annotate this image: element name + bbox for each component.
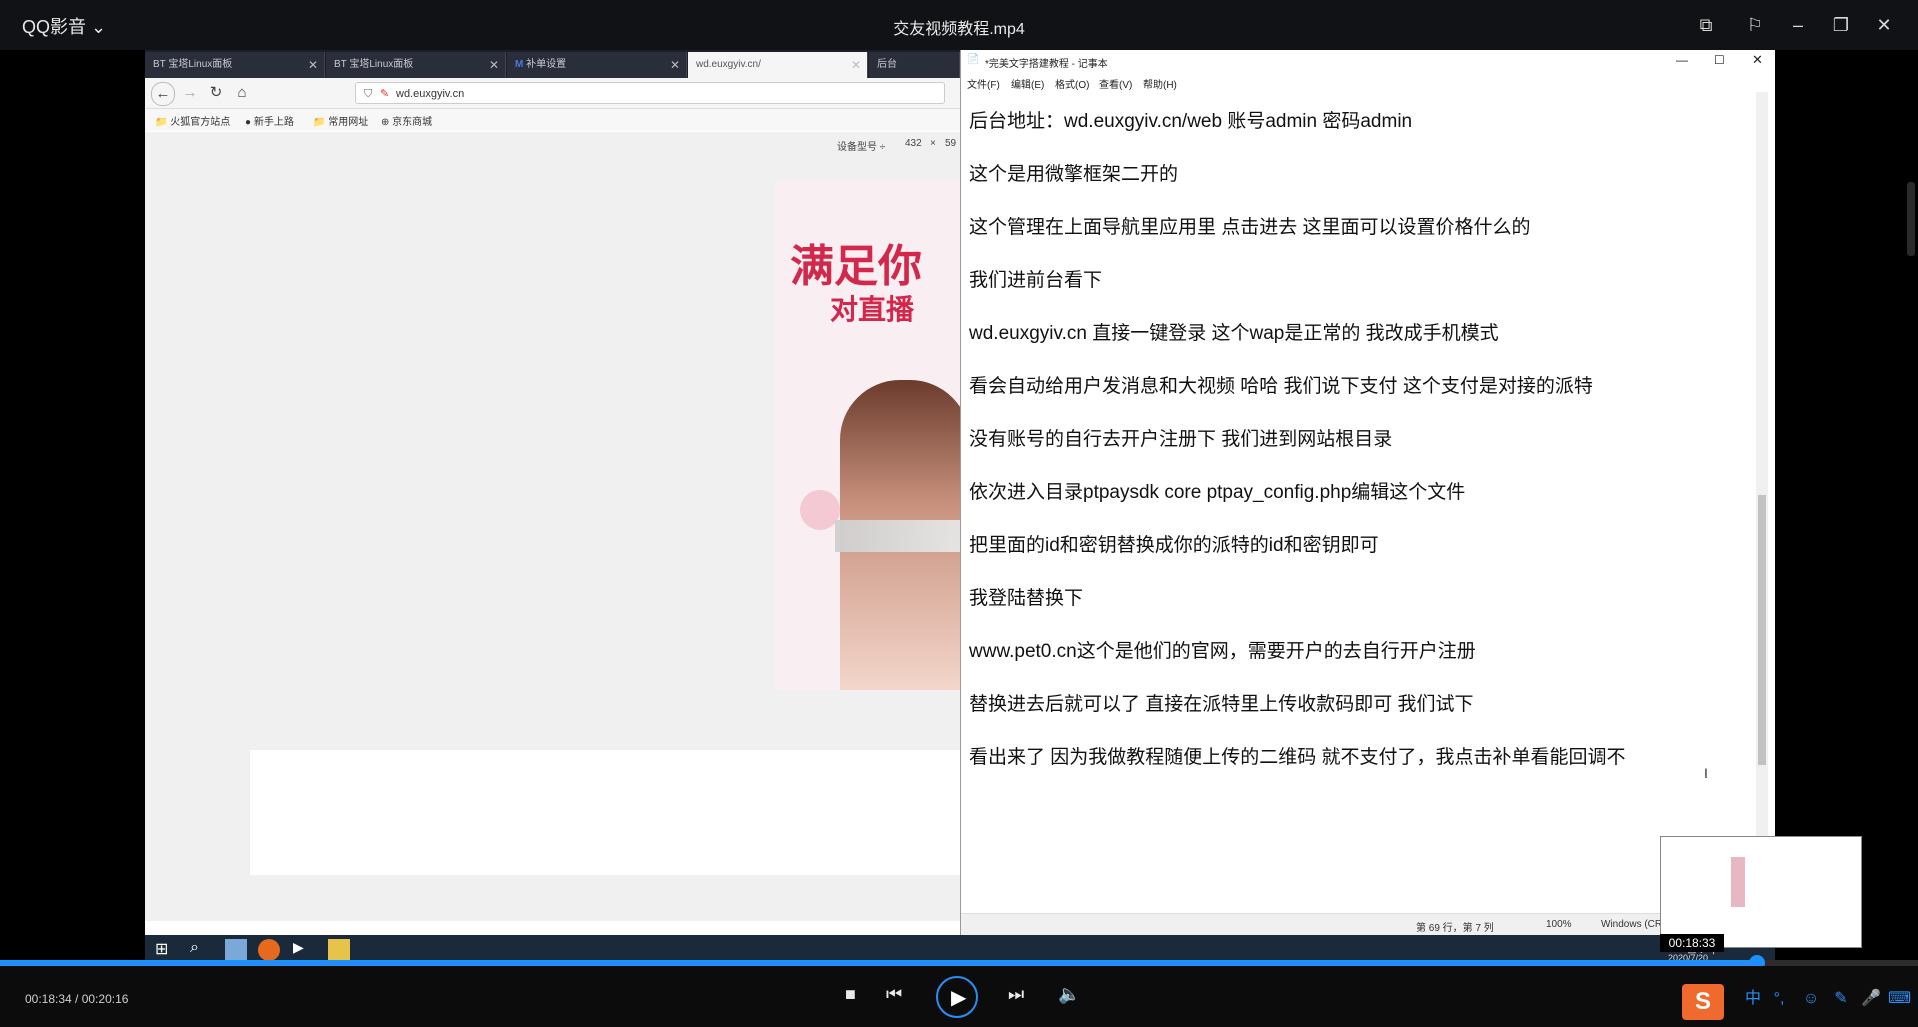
player-title-bar: QQ影音 ⌄ 交友视频教程.mp4 ⧉ ⚐ – ❐ ✕ (0, 0, 1918, 50)
bookmark-item[interactable]: ● 新手上路 (245, 113, 294, 128)
notepad-status-bar: 第 69 行，第 7 列 100% Windows (CRLF) (961, 913, 1771, 936)
device-times: × (930, 138, 936, 149)
bookmark-item[interactable]: 📁 火狐官方站点 (155, 113, 230, 128)
browser-tab[interactable]: BT 宝塔Linux面板 ✕ (145, 52, 325, 78)
phone-headline: 满足你 (790, 242, 922, 291)
microphone-icon[interactable]: 🎤 (1860, 988, 1882, 1010)
bookmark-item[interactable]: ⊕ 京东商城 (381, 113, 432, 128)
text-line: 没有账号的自行去开户注册下 我们进到网站根目录 (969, 429, 1393, 450)
bookmarks-bar: 📁 火狐官方站点 ● 新手上路 📁 常用网址 ⊕ 京东商城 (145, 109, 960, 131)
notepad-title-bar: 📄 *完美文字搭建教程 - 记事本 — ☐ ✕ (961, 50, 1771, 72)
ime-mode[interactable]: 中 (1742, 988, 1764, 1010)
notepad-icon: 📄 (967, 54, 980, 65)
stop-icon[interactable]: ■ (845, 984, 856, 1005)
notepad-scrollbar[interactable] (1756, 92, 1768, 892)
video-title: 交友视频教程.mp4 (893, 21, 1025, 38)
text-line: 这个管理在上面导航里应用里 点击进去 这里面可以设置价格什么的 (969, 217, 1531, 238)
maximize-icon[interactable]: ☐ (1714, 53, 1725, 67)
menu-view[interactable]: 查看(V) (1099, 76, 1132, 91)
notepad-taskbar-icon[interactable] (225, 939, 247, 961)
minimize-icon[interactable]: – (1785, 12, 1811, 38)
windows-start-icon[interactable]: ⊞ (155, 939, 177, 961)
browser-tab-active[interactable]: wd.euxgyiv.cn/✕ (688, 52, 868, 78)
notepad-menu-bar: 文件(F) 编辑(E) 格式(O) 查看(V) 帮助(H) (961, 72, 1771, 92)
phone-subline: 对直播 (830, 294, 915, 325)
recorded-screen: BT 宝塔Linux面板 ✕ BT 宝塔Linux面板 ✕ M 补单设置 ✕ wd.e… (145, 50, 1775, 965)
back-icon[interactable]: ← (151, 82, 175, 106)
minimize-icon[interactable]: — (1676, 53, 1688, 67)
text-line: 看会自动给用户发消息和大视频 哈哈 我们说下支付 这个支付是对接的派特 (969, 376, 1593, 397)
timecode: 00:18:34 / 00:20:16 (25, 992, 129, 1006)
play-button[interactable]: ▶ (936, 976, 978, 1018)
folder-icon[interactable] (328, 939, 350, 961)
text-line: www.pet0.cn这个是他们的官网，需要开户的去自行开户注册 (969, 641, 1476, 662)
menu-edit[interactable]: 编辑(E) (1011, 76, 1044, 91)
close-tab-icon[interactable]: ✕ (308, 52, 318, 78)
browser-tab[interactable]: 后台 (869, 52, 960, 78)
control-bar: 00:18:34 / 00:20:16 ■ ⏮ ▶ ⏭ 🔈 S 中 °, ☺ ✎… (0, 966, 1918, 1027)
seek-preview-time: 00:18:33 (1660, 934, 1724, 952)
device-height[interactable]: 59 (945, 138, 956, 149)
handwriting-icon[interactable]: ✎ (1830, 988, 1852, 1010)
forward-icon[interactable]: → (179, 82, 201, 104)
close-tab-icon[interactable]: ✕ (489, 52, 499, 78)
notepad-window: 📄 *完美文字搭建教程 - 记事本 — ☐ ✕ 文件(F) 编辑(E) 格式(O… (960, 50, 1771, 936)
screenshot-icon[interactable]: ⧉ (1693, 12, 1719, 38)
menu-help[interactable]: 帮助(H) (1143, 76, 1177, 91)
device-width[interactable]: 432 (905, 138, 922, 149)
firefox-icon[interactable] (258, 939, 280, 961)
previous-icon[interactable]: ⏮ (886, 984, 902, 1005)
address-bar[interactable]: ⛉ ✎ wd.euxgyiv.cn (355, 82, 945, 104)
cursor-position: 第 69 行，第 7 列 (1416, 923, 1494, 934)
restore-icon[interactable]: ❐ (1828, 12, 1854, 38)
close-tab-icon[interactable]: ✕ (851, 52, 861, 78)
scrollbar-thumb[interactable] (1758, 495, 1766, 765)
text-line: 这个是用微擎框架二开的 (969, 164, 1179, 185)
punctuation-mode[interactable]: °, (1768, 988, 1790, 1010)
text-line: 把里面的id和密钥替换成你的派特的id和密钥即可 (969, 535, 1379, 556)
volume-icon[interactable]: 🔈 (1058, 984, 1080, 1005)
home-icon[interactable]: ⌂ (231, 82, 253, 104)
play-icon: ▶ (951, 987, 967, 1009)
responsive-device-bar: 设备型号 ÷ 432 × 59 (145, 132, 960, 156)
notepad-title: *完美文字搭建教程 - 记事本 (985, 59, 1108, 70)
bookmark-item[interactable]: 📁 常用网址 (313, 113, 368, 128)
m-icon: M (515, 59, 527, 70)
text-line: 看出来了 因为我做教程随便上传的二维码 就不支付了，我点击补单看能回调不 (969, 747, 1626, 768)
site-icon: ✎ (380, 88, 390, 100)
zoom-level: 100% (1546, 919, 1572, 930)
text-line: 后台地址：wd.euxgyiv.cn/web 账号admin 密码admin (969, 111, 1413, 132)
pin-icon[interactable]: ⚐ (1742, 12, 1768, 38)
text-cursor-icon: I (1704, 765, 1708, 781)
seek-preview-thumbnail (1660, 836, 1862, 948)
text-line: 替换进去后就可以了 直接在派特里上传收款码即可 我们试下 (969, 694, 1474, 715)
text-line: 我们进前台看下 (969, 270, 1103, 291)
browser-tab[interactable]: M 补单设置 ✕ (507, 52, 687, 78)
sogou-ime-icon[interactable]: S (1682, 984, 1724, 1020)
device-model-select[interactable]: 设备型号 ÷ (837, 138, 885, 153)
menu-file[interactable]: 文件(F) (967, 76, 1000, 91)
search-icon[interactable]: ⌕ (190, 939, 212, 961)
close-icon[interactable]: ✕ (1752, 52, 1763, 68)
url-text: wd.euxgyiv.cn (396, 88, 465, 100)
text-line: 我登陆替换下 (969, 588, 1084, 609)
text-line: wd.euxgyiv.cn 直接一键登录 这个wap是正常的 我改成手机模式 (969, 323, 1499, 344)
browser-tab-strip: BT 宝塔Linux面板 ✕ BT 宝塔Linux面板 ✕ M 补单设置 ✕ wd.e… (145, 50, 960, 78)
keyboard-icon[interactable]: ⌨ (1888, 988, 1911, 1010)
menu-format[interactable]: 格式(O) (1055, 76, 1089, 91)
media-icon[interactable]: ▶ (293, 939, 315, 961)
thumbnail-image (1731, 857, 1745, 907)
close-icon[interactable]: ✕ (1871, 12, 1897, 38)
close-tab-icon[interactable]: ✕ (670, 52, 680, 78)
browser-tab[interactable]: BT 宝塔Linux面板 ✕ (326, 52, 506, 78)
browser-nav-bar: ← → ↻ ⌂ ⛉ ✎ wd.euxgyiv.cn (145, 78, 960, 109)
emoji-icon[interactable]: ☺ (1800, 988, 1822, 1010)
reload-icon[interactable]: ↻ (205, 82, 227, 104)
heart-decoration (800, 490, 840, 530)
volume-indicator (1907, 182, 1915, 256)
shield-icon: ⛉ (364, 88, 373, 100)
mobile-preview: 满足你 对直播 (775, 180, 965, 690)
next-icon[interactable]: ⏭ (1008, 984, 1024, 1005)
text-line: 依次进入目录ptpaysdk core ptpay_config.php编辑这个… (969, 482, 1466, 503)
